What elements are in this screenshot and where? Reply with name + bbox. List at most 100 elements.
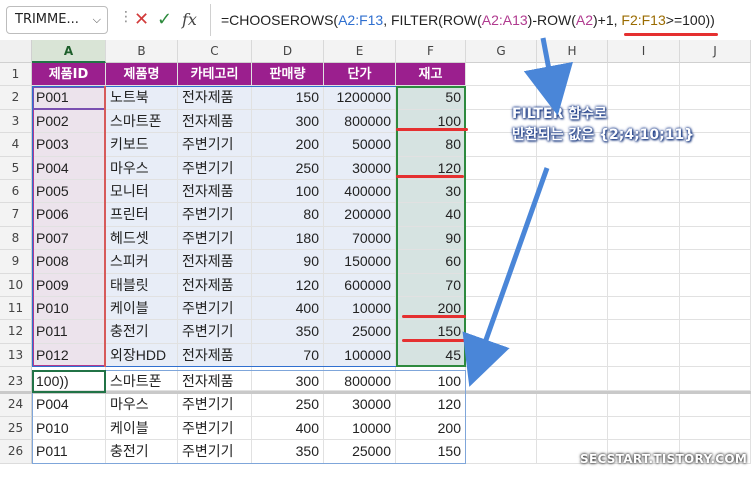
row-header-1[interactable]: 1	[0, 63, 32, 87]
cell[interactable]	[466, 320, 537, 344]
column-header-e[interactable]: E	[324, 40, 396, 63]
formula-input[interactable]: =CHOOSEROWS(A2:F13, FILTER(ROW(A2:A13)-R…	[210, 4, 751, 36]
table-cell[interactable]: 200	[252, 133, 324, 157]
cell[interactable]	[466, 226, 537, 251]
cell[interactable]	[680, 203, 751, 227]
cell[interactable]	[537, 180, 608, 204]
table-cell[interactable]: 80	[396, 133, 466, 157]
row-header-13[interactable]: 13	[0, 343, 32, 368]
result-cell[interactable]: P004	[32, 393, 106, 417]
table-cell[interactable]: P008	[32, 250, 106, 274]
result-cell[interactable]: 250	[252, 393, 324, 417]
cell[interactable]	[537, 273, 608, 297]
table-cell[interactable]: 스마트폰	[106, 109, 178, 134]
enter-icon[interactable]: ✓	[157, 6, 172, 34]
cell[interactable]	[608, 156, 680, 180]
result-cell[interactable]: 주변기기	[178, 440, 252, 464]
row-header-11[interactable]: 11	[0, 297, 32, 321]
table-cell[interactable]: 70	[252, 343, 324, 368]
cell[interactable]	[680, 320, 751, 344]
table-cell[interactable]: P011	[32, 320, 106, 344]
table-cell[interactable]: P010	[32, 297, 106, 321]
table-cell[interactable]: P006	[32, 203, 106, 227]
table-cell[interactable]: 전자제품	[178, 180, 252, 204]
cell[interactable]	[680, 180, 751, 204]
row-header-3[interactable]: 3	[0, 109, 32, 134]
table-cell[interactable]: 전자제품	[178, 86, 252, 110]
cell[interactable]	[680, 416, 751, 441]
table-cell[interactable]: P007	[32, 226, 106, 251]
column-header-b[interactable]: B	[106, 40, 178, 63]
column-header-c[interactable]: C	[178, 40, 252, 63]
table-cell[interactable]: 45	[396, 343, 466, 368]
table-cell[interactable]: 노트북	[106, 86, 178, 110]
table-cell[interactable]: 180	[252, 226, 324, 251]
result-cell[interactable]: 25000	[324, 440, 396, 464]
table-cell[interactable]: 80	[252, 203, 324, 227]
table-cell[interactable]: 주변기기	[178, 320, 252, 344]
table-cell[interactable]: 400	[252, 297, 324, 321]
more-options-icon[interactable]: ⋮	[119, 9, 133, 25]
cell[interactable]	[680, 226, 751, 251]
result-cell[interactable]: 10000	[324, 416, 396, 441]
result-cell[interactable]: 충전기	[106, 440, 178, 464]
table-cell[interactable]: 100	[252, 180, 324, 204]
cell[interactable]	[608, 180, 680, 204]
table-cell[interactable]: 전자제품	[178, 250, 252, 274]
cell[interactable]	[537, 320, 608, 344]
cell[interactable]	[466, 393, 537, 417]
cell[interactable]	[466, 343, 537, 368]
cell[interactable]	[537, 416, 608, 441]
table-cell[interactable]: 600000	[324, 273, 396, 297]
row-header-9[interactable]: 9	[0, 250, 32, 274]
cell[interactable]	[608, 393, 680, 417]
result-cell[interactable]: 120	[396, 393, 466, 417]
table-cell[interactable]: 70000	[324, 226, 396, 251]
name-box[interactable]: TRIMME... ⌵	[6, 6, 108, 34]
cell[interactable]	[680, 63, 751, 87]
table-cell[interactable]: 외장HDD	[106, 343, 178, 368]
cell[interactable]	[537, 156, 608, 180]
cell[interactable]	[680, 393, 751, 417]
row-header-5[interactable]: 5	[0, 156, 32, 180]
column-header-i[interactable]: I	[608, 40, 680, 63]
table-cell[interactable]: 30	[396, 180, 466, 204]
table-cell[interactable]: 충전기	[106, 320, 178, 344]
cell[interactable]	[608, 203, 680, 227]
header-cell[interactable]: 판매량	[252, 63, 324, 87]
cell[interactable]	[680, 250, 751, 274]
table-cell[interactable]: 주변기기	[178, 133, 252, 157]
table-cell[interactable]: 주변기기	[178, 156, 252, 180]
row-header-8[interactable]: 8	[0, 226, 32, 251]
cell[interactable]	[608, 226, 680, 251]
result-cell[interactable]: 200	[396, 416, 466, 441]
table-cell[interactable]: 70	[396, 273, 466, 297]
table-cell[interactable]: 150	[252, 86, 324, 110]
column-header-g[interactable]: G	[466, 40, 537, 63]
table-cell[interactable]: 90	[252, 250, 324, 274]
table-cell[interactable]: 150000	[324, 250, 396, 274]
column-header-f[interactable]: F	[396, 40, 466, 63]
table-cell[interactable]: 25000	[324, 320, 396, 344]
cell[interactable]	[608, 416, 680, 441]
cell[interactable]	[608, 63, 680, 87]
table-cell[interactable]: 200000	[324, 203, 396, 227]
table-cell[interactable]: 전자제품	[178, 343, 252, 368]
cell[interactable]	[466, 250, 537, 274]
cell[interactable]	[537, 250, 608, 274]
table-cell[interactable]: P002	[32, 109, 106, 134]
cell[interactable]	[608, 320, 680, 344]
result-cell[interactable]: 400	[252, 416, 324, 441]
cell[interactable]	[680, 343, 751, 368]
cell[interactable]	[466, 273, 537, 297]
result-cell[interactable]: P010	[32, 416, 106, 441]
table-cell[interactable]: 케이블	[106, 297, 178, 321]
column-header-j[interactable]: J	[680, 40, 751, 63]
table-cell[interactable]: 태블릿	[106, 273, 178, 297]
header-cell[interactable]: 단가	[324, 63, 396, 87]
result-cell[interactable]: 150	[396, 440, 466, 464]
table-cell[interactable]: 마우스	[106, 156, 178, 180]
table-cell[interactable]: 10000	[324, 297, 396, 321]
insert-function-icon[interactable]: fx	[182, 6, 197, 34]
table-cell[interactable]: 전자제품	[178, 273, 252, 297]
